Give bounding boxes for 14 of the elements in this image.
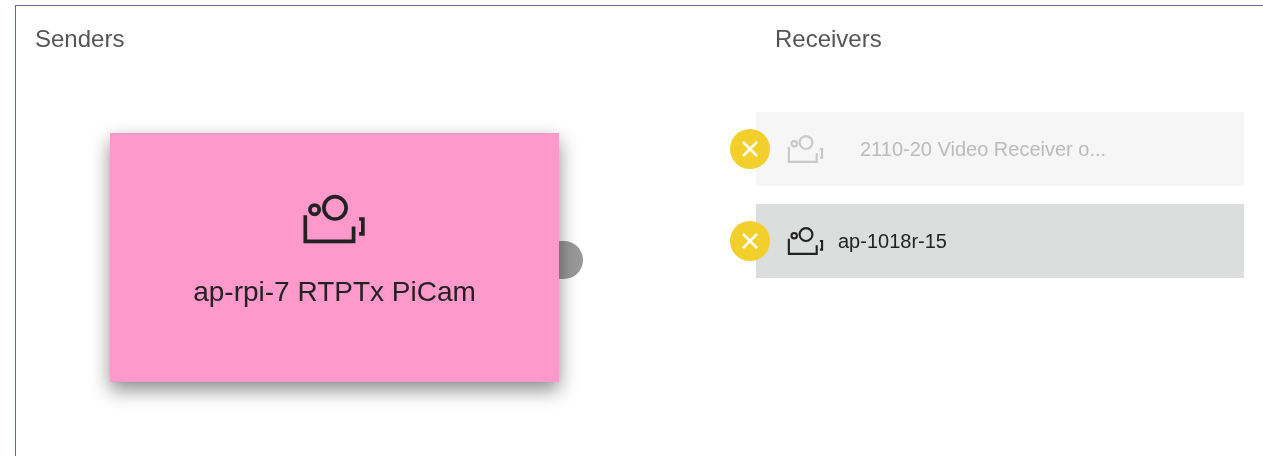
- receiver-label: 2110-20 Video Receiver o...: [860, 137, 1107, 162]
- remove-button[interactable]: [730, 129, 770, 169]
- remove-button[interactable]: [730, 221, 770, 261]
- receiver-label: ap-1018r-15: [838, 229, 947, 254]
- close-icon: [741, 232, 759, 250]
- section-title: Receivers: [775, 24, 882, 54]
- camera-icon: [786, 134, 826, 164]
- section-title: Senders: [35, 24, 125, 54]
- sender-node[interactable]: ap-rpi-7 RTPTx PiCam: [110, 133, 559, 382]
- connector-handle[interactable]: [559, 241, 583, 279]
- sender-label: ap-rpi-7 RTPTx PiCam: [193, 275, 476, 309]
- close-icon: [741, 140, 759, 158]
- receiver-row[interactable]: ap-1018r-15: [756, 204, 1244, 278]
- camera-icon: [786, 226, 826, 256]
